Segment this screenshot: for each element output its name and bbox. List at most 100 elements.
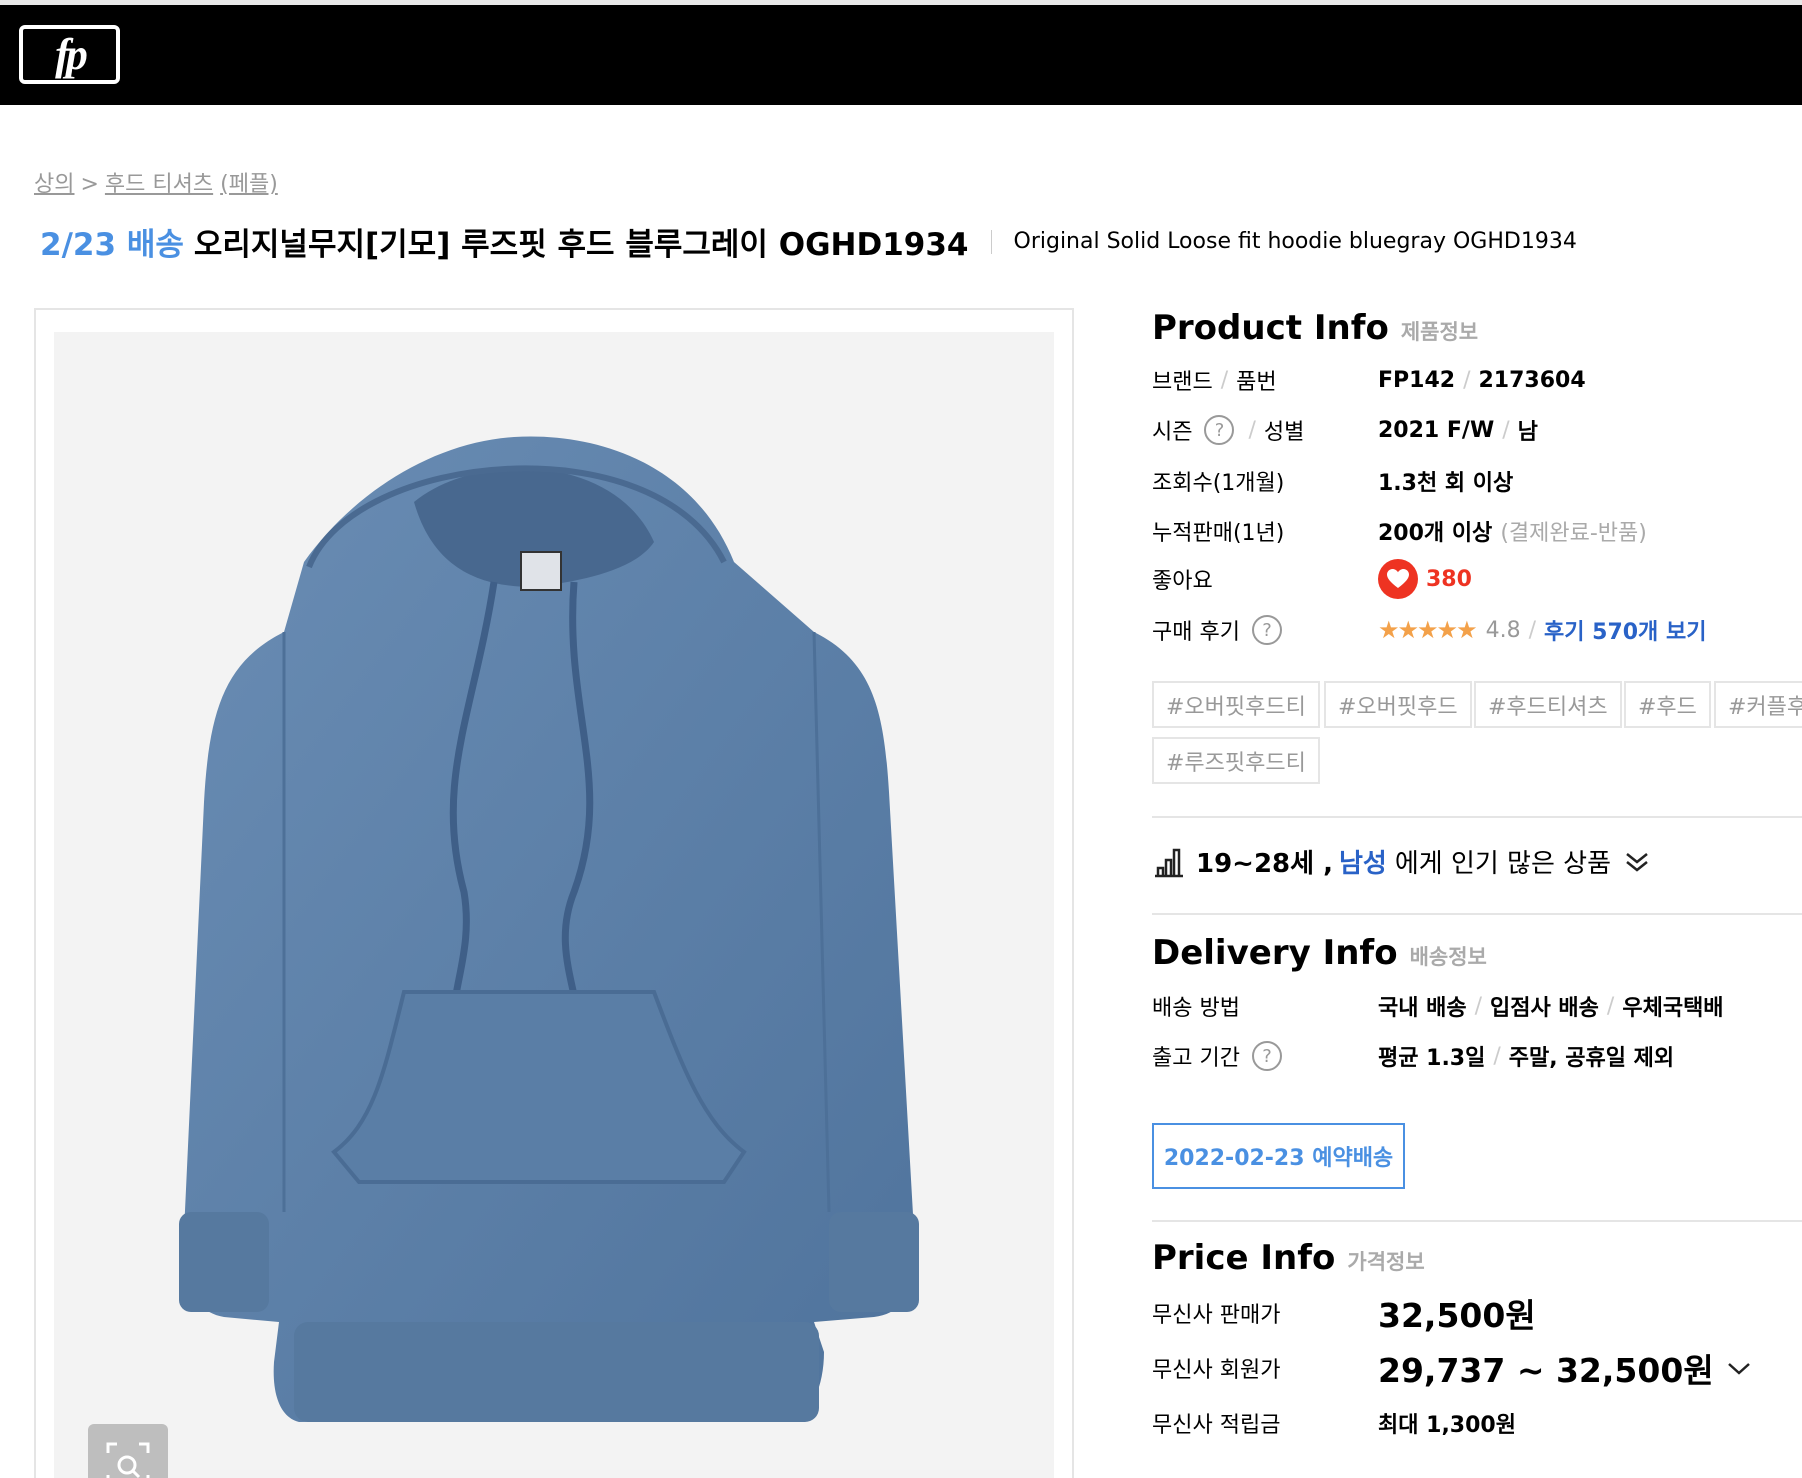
review-label-group: 구매 후기 ? bbox=[1152, 614, 1282, 646]
member-price-value: 29,737 ~ 32,500원 bbox=[1378, 1351, 1714, 1390]
ship-label-group: 출고 기간 ? bbox=[1152, 1040, 1282, 1072]
star-rating-icon: ★★★★★ bbox=[1378, 616, 1478, 644]
sales-note: (결제완료-반품) bbox=[1500, 521, 1647, 546]
header-top-line bbox=[0, 0, 1802, 5]
like-heart-icon[interactable] bbox=[1378, 559, 1418, 599]
product-info-title-ko: 제품정보 bbox=[1400, 320, 1479, 344]
delivery-info-title-en: Delivery Info bbox=[1152, 933, 1398, 973]
slash: / bbox=[1463, 367, 1471, 393]
gender-value: 남 bbox=[1517, 420, 1538, 445]
season-value: 2021 F/W bbox=[1378, 417, 1495, 443]
product-title-row: 2/23 배송 오리지널무지[기모] 루즈핏 후드 블루그레이 OGHD1934… bbox=[40, 219, 1577, 264]
breadcrumb-subcategory-link[interactable]: 후드 티셔츠 bbox=[105, 172, 213, 197]
divider bbox=[1152, 1220, 1802, 1222]
gender-label: 성별 bbox=[1263, 420, 1305, 445]
delivery-method-value: 국내 배송 / 입점사 배송 / 우체국택배 bbox=[1378, 990, 1724, 1022]
slash: / bbox=[1248, 417, 1256, 443]
likes-value-group: 380 bbox=[1378, 559, 1472, 599]
member-price-label: 무신사 회원가 bbox=[1152, 1358, 1281, 1383]
member-price-group: 29,737 ~ 32,500원 bbox=[1378, 1344, 1752, 1392]
views-value: 1.3천 회 이상 bbox=[1378, 471, 1514, 496]
season-help-icon[interactable]: ? bbox=[1204, 415, 1235, 445]
zoom-icon bbox=[106, 1442, 150, 1478]
double-chevron-down-icon bbox=[1626, 852, 1648, 872]
slash: / bbox=[1502, 417, 1510, 443]
brand-logo-text: fp bbox=[55, 29, 88, 79]
reserve-delivery-button[interactable]: 2022-02-23 예약배송 bbox=[1152, 1123, 1405, 1189]
sku-label: 품번 bbox=[1236, 370, 1277, 395]
price-info-title-ko: 가격정보 bbox=[1347, 1250, 1425, 1274]
product-image[interactable] bbox=[54, 332, 1054, 1478]
delivery-method-3: 우체국택배 bbox=[1622, 996, 1724, 1021]
breadcrumb-brand-link[interactable]: (페플) bbox=[220, 172, 278, 197]
slash: / bbox=[1528, 617, 1536, 643]
review-link[interactable]: 후기 570개 보기 bbox=[1544, 614, 1706, 646]
brand-logo[interactable]: fp bbox=[19, 25, 120, 84]
ship-value: 평균 1.3일 / 주말, 공휴일 제외 bbox=[1378, 1040, 1674, 1072]
sales-value: 200개 이상 bbox=[1378, 521, 1493, 546]
tag[interactable]: #후드티셔츠 bbox=[1474, 681, 1622, 728]
divider bbox=[1152, 913, 1802, 915]
like-count: 380 bbox=[1426, 566, 1472, 592]
points-label: 무신사 적립금 bbox=[1152, 1413, 1281, 1438]
bar-chart-icon bbox=[1155, 848, 1183, 877]
season-label: 시즌 bbox=[1152, 420, 1193, 445]
slash: / bbox=[1220, 367, 1229, 393]
sales-value-group: 200개 이상 (결제완료-반품) bbox=[1378, 515, 1647, 547]
delivery-info-title-ko: 배송정보 bbox=[1409, 945, 1487, 969]
chevron-down-icon bbox=[1727, 1363, 1750, 1375]
tag[interactable]: #루즈핏후드티 bbox=[1152, 737, 1320, 784]
likes-label: 좋아요 bbox=[1152, 569, 1213, 594]
breadcrumb: 상의 > 후드 티셔츠 (페플) bbox=[34, 166, 278, 198]
tag[interactable]: #오버핏후드티 bbox=[1152, 681, 1320, 728]
rating-value: 4.8 bbox=[1485, 617, 1521, 643]
ship-help-icon[interactable]: ? bbox=[1251, 1041, 1282, 1071]
brand-value[interactable]: FP142 bbox=[1378, 368, 1455, 393]
slash: / bbox=[1606, 993, 1615, 1019]
popular-text: 에게 인기 많은 상품 bbox=[1394, 849, 1611, 879]
breadcrumb-category-link[interactable]: 상의 bbox=[34, 172, 74, 197]
heart-icon bbox=[1387, 569, 1409, 588]
product-image-frame bbox=[34, 308, 1074, 1478]
sale-price-value: 32,500원 bbox=[1378, 1296, 1536, 1335]
zoom-button[interactable] bbox=[88, 1424, 168, 1478]
points-value: 최대 1,300원 bbox=[1378, 1413, 1516, 1438]
popular-age: 19~28세 , bbox=[1196, 849, 1333, 879]
delivery-info-heading: Delivery Info 배송정보 bbox=[1152, 933, 1487, 973]
season-label-group: 시즌 ? / 성별 bbox=[1152, 414, 1304, 446]
tag[interactable]: #오버핏후드 bbox=[1324, 681, 1472, 728]
divider bbox=[1152, 816, 1802, 818]
delivery-method-label: 배송 방법 bbox=[1152, 996, 1240, 1021]
slash: / bbox=[1493, 1043, 1501, 1069]
popular-demographic[interactable]: 19~28세 , 남성 에게 인기 많은 상품 bbox=[1152, 843, 1651, 880]
sale-price-label: 무신사 판매가 bbox=[1152, 1303, 1281, 1328]
review-label: 구매 후기 bbox=[1152, 620, 1240, 645]
delivery-date-badge: 2/23 배송 bbox=[40, 227, 184, 263]
views-label: 조회수(1개월) bbox=[1152, 471, 1285, 496]
ship-exclusion: 주말, 공휴일 제외 bbox=[1508, 1046, 1675, 1071]
tag[interactable]: #커플후 bbox=[1714, 681, 1802, 728]
delivery-method-1: 국내 배송 bbox=[1378, 996, 1467, 1021]
review-value-group: ★★★★★ 4.8 / 후기 570개 보기 bbox=[1378, 614, 1706, 646]
brand-label-group: 브랜드 / 품번 bbox=[1152, 364, 1277, 396]
product-title-en: Original Solid Loose fit hoodie bluegray… bbox=[1013, 229, 1577, 254]
product-title-ko: 오리지널무지[기모] 루즈핏 후드 블루그레이 OGHD1934 bbox=[193, 227, 969, 263]
season-value-group: 2021 F/W / 남 bbox=[1378, 414, 1538, 446]
sku-value: 2173604 bbox=[1478, 367, 1586, 393]
review-help-icon[interactable]: ? bbox=[1251, 615, 1282, 645]
slash: / bbox=[1474, 993, 1483, 1019]
product-info-heading: Product Info 제품정보 bbox=[1152, 308, 1478, 348]
brand-label: 브랜드 bbox=[1152, 370, 1213, 395]
popular-gender: 남성 bbox=[1339, 849, 1387, 879]
product-info-title-en: Product Info bbox=[1152, 308, 1389, 348]
ship-label: 출고 기간 bbox=[1152, 1046, 1240, 1071]
top-header: fp bbox=[0, 0, 1802, 105]
delivery-method-2: 입점사 배송 bbox=[1490, 996, 1599, 1021]
breadcrumb-separator: > bbox=[80, 172, 99, 197]
hoodie-illustration bbox=[179, 436, 919, 1422]
price-info-heading: Price Info 가격정보 bbox=[1152, 1238, 1425, 1278]
title-divider bbox=[990, 229, 992, 254]
ship-average: 평균 1.3일 bbox=[1378, 1046, 1486, 1071]
price-info-title-en: Price Info bbox=[1152, 1238, 1336, 1278]
tag[interactable]: #후드 bbox=[1624, 681, 1711, 728]
